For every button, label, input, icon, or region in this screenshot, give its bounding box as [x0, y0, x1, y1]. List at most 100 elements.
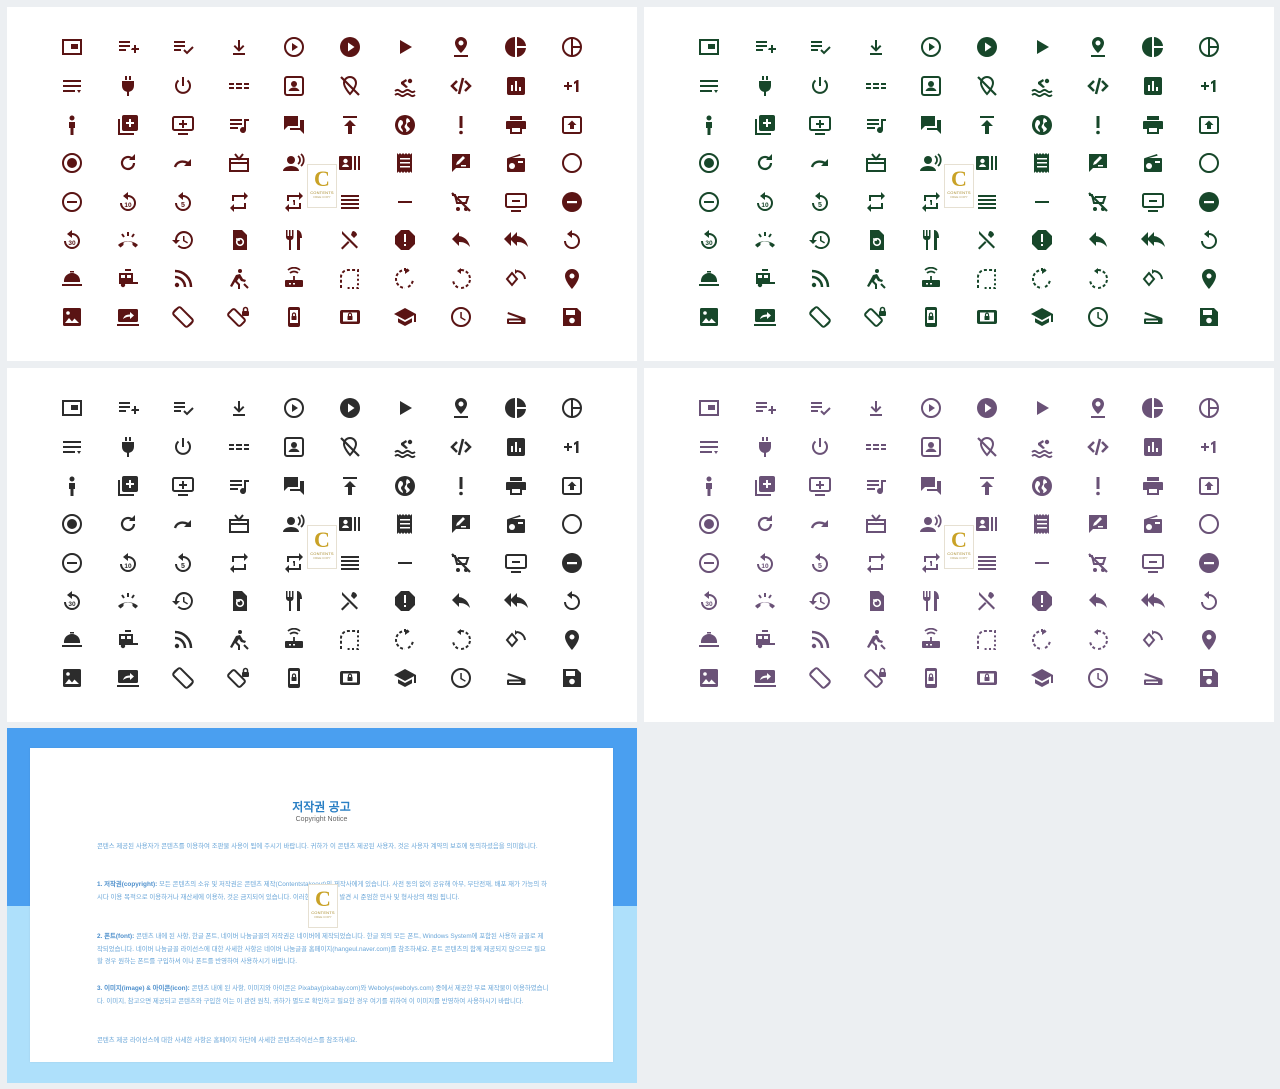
add-to-queue-icon: [808, 474, 832, 498]
power-settings-icon: [808, 74, 832, 98]
reorder-icon: [338, 551, 362, 575]
reply-all-icon: [504, 589, 528, 613]
watermark-badge: C CONTENTS FREE COPY: [944, 525, 974, 569]
person-icon: [60, 474, 84, 498]
rotate-left-icon: [449, 267, 473, 291]
sort-lines-icon: [60, 435, 84, 459]
dashes-icon: [227, 435, 251, 459]
redo-icon: [171, 151, 195, 175]
remove-circle-icon: [560, 551, 584, 575]
priority-high-icon: [1086, 113, 1110, 137]
publish-icon: [975, 474, 999, 498]
replay-icon: [560, 589, 584, 613]
redeem-icon: [864, 512, 888, 536]
remove-shopping-cart-icon: [1086, 551, 1110, 575]
svg-text:10: 10: [124, 563, 132, 570]
notice-subtitle: Copyright Notice: [295, 816, 348, 823]
remove-circle-icon: [560, 190, 584, 214]
report-icon: [1030, 228, 1054, 252]
publish-box-icon: [1197, 474, 1221, 498]
rotate-left-icon: [1086, 628, 1110, 652]
reply-icon: [1086, 589, 1110, 613]
playlist-add-icon: [116, 35, 140, 59]
ring-volume-icon: [753, 589, 777, 613]
recent-actors-icon: [338, 512, 362, 536]
publish-icon: [338, 113, 362, 137]
library-add-icon: [116, 474, 140, 498]
forum-icon: [282, 474, 306, 498]
pie-chart-icon: [1141, 396, 1165, 420]
rowing-icon: [864, 267, 888, 291]
router-icon: [282, 628, 306, 652]
power-plug-icon: [116, 74, 140, 98]
picture-in-picture-icon: [60, 396, 84, 420]
room-service-icon: [697, 267, 721, 291]
playlist-add-icon: [753, 35, 777, 59]
restaurant-menu-icon: [975, 228, 999, 252]
public-globe-icon: [1030, 474, 1054, 498]
redeem-icon: [864, 151, 888, 175]
remove-circle-outline-icon: [697, 551, 721, 575]
pool-icon: [393, 74, 417, 98]
remove-circle-icon: [1197, 190, 1221, 214]
replay-icon: [1197, 589, 1221, 613]
watermark-badge: C CONTENTS FREE COPY: [944, 164, 974, 208]
forum-icon: [919, 113, 943, 137]
play-arrow-icon: [1030, 35, 1054, 59]
person-icon: [697, 474, 721, 498]
schedule-icon: [1086, 305, 1110, 329]
restore-icon: [808, 589, 832, 613]
library-add-icon: [753, 113, 777, 137]
code-off-icon: [1086, 74, 1110, 98]
restaurant-icon: [919, 589, 943, 613]
dashes-icon: [864, 74, 888, 98]
screen-lock-portrait-icon: [282, 305, 306, 329]
pie-chart-icon: [504, 35, 528, 59]
pool-icon: [393, 435, 417, 459]
room-service-icon: [60, 628, 84, 652]
restaurant-menu-icon: [338, 589, 362, 613]
school-icon: [1030, 666, 1054, 690]
repeat-one-icon: [282, 190, 306, 214]
remove-from-queue-icon: [1141, 190, 1165, 214]
room-icon: [1197, 628, 1221, 652]
remove-from-queue-icon: [504, 190, 528, 214]
remove-circle-outline-icon: [60, 551, 84, 575]
playlist-add-check-icon: [171, 35, 195, 59]
print-icon: [1141, 113, 1165, 137]
plus-one-icon: [1197, 74, 1221, 98]
replay-10-icon: 10: [753, 551, 777, 575]
screen-lock-landscape-icon: [975, 305, 999, 329]
forum-icon: [282, 113, 306, 137]
playlist-add-icon: [753, 396, 777, 420]
reply-icon: [449, 228, 473, 252]
publish-box-icon: [560, 474, 584, 498]
plus-one-icon: [1197, 435, 1221, 459]
rv-hookup-icon: [753, 628, 777, 652]
play-circle-filled-icon: [338, 35, 362, 59]
rounded-corner-icon: [338, 267, 362, 291]
save-icon: [560, 305, 584, 329]
bar-chart-box-icon: [504, 74, 528, 98]
pie-chart-icon: [504, 396, 528, 420]
svg-text:5: 5: [818, 202, 822, 209]
repeat-icon: [864, 551, 888, 575]
scanner-icon: [1141, 305, 1165, 329]
add-to-queue-icon: [808, 113, 832, 137]
remove-from-queue-icon: [504, 551, 528, 575]
receipt-icon: [1030, 151, 1054, 175]
remove-icon: [393, 190, 417, 214]
remove-circle-icon: [1197, 551, 1221, 575]
reply-all-icon: [1141, 589, 1165, 613]
repeat-one-icon: [919, 551, 943, 575]
code-off-icon: [449, 435, 473, 459]
replay-30-icon: 30: [60, 228, 84, 252]
router-icon: [919, 628, 943, 652]
replay-10-icon: 10: [116, 190, 140, 214]
library-add-icon: [116, 113, 140, 137]
restore-page-icon: [227, 228, 251, 252]
radio-button-unchecked-icon: [1197, 151, 1221, 175]
queue-music-icon: [227, 474, 251, 498]
room-icon: [560, 628, 584, 652]
remove-icon: [1030, 190, 1054, 214]
